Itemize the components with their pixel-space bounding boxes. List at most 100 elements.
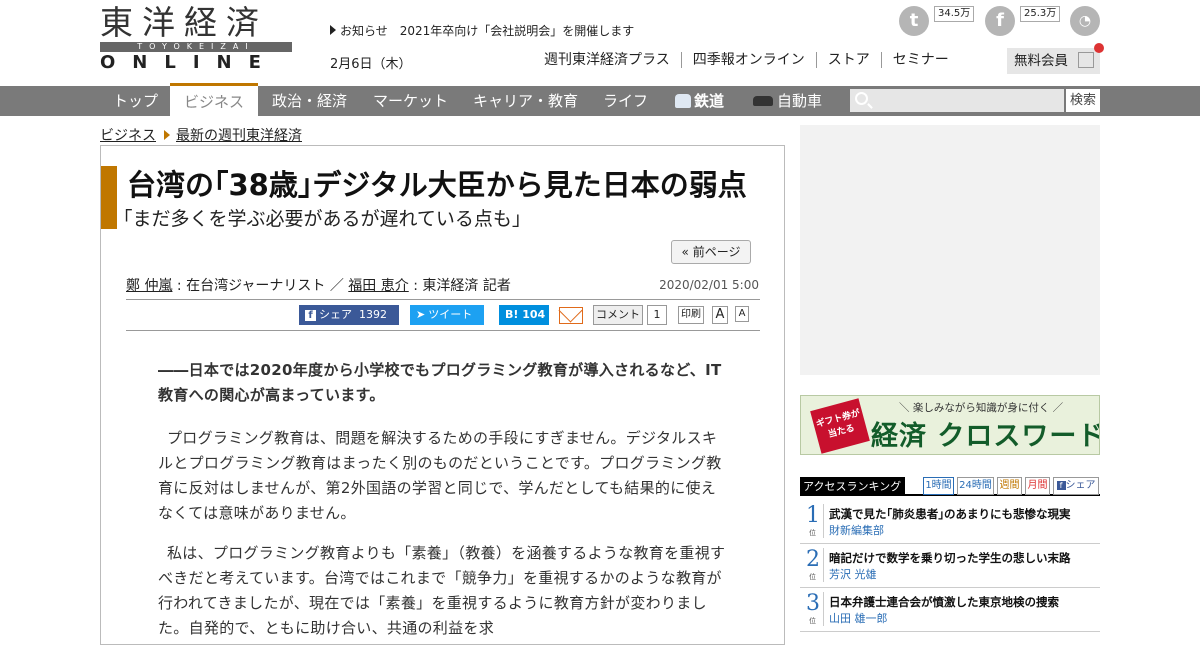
divider xyxy=(126,299,760,300)
nav-top[interactable]: トップ xyxy=(113,86,158,116)
banner-title: 経済 クロスワード xyxy=(871,421,1100,452)
nav-automobile[interactable]: 自動車 xyxy=(753,86,822,116)
publish-date: 2020/02/01 5:00 xyxy=(659,278,759,292)
banner-tagline: ＼ 楽しみながら知識が身に付く ／ xyxy=(899,402,1064,414)
toplink-store[interactable]: ストア xyxy=(815,52,881,68)
nav-automobile-label: 自動車 xyxy=(777,92,823,110)
ranking-article-author[interactable]: 財新編集部 xyxy=(829,522,884,538)
ranking-unit: 位 xyxy=(809,617,816,625)
author1-link[interactable]: 鄭 仲嵐 xyxy=(126,278,172,294)
logo-kanji: 東洋経済 xyxy=(100,3,268,42)
facebook-share-count: 1392 xyxy=(359,308,387,321)
ranking-title: アクセスランキング xyxy=(800,477,905,496)
facebook-count: 25.3万 xyxy=(1020,6,1061,22)
notification-dot xyxy=(1094,43,1104,53)
comment-count: 1 xyxy=(647,305,667,325)
ranking-article-author[interactable]: 山田 雄一郎 xyxy=(829,610,888,626)
search-icon xyxy=(855,92,868,105)
car-icon xyxy=(753,96,773,106)
ranking-item[interactable]: 1 位 武漢で見た｢肺炎患者｣のあまりにも悲惨な現実 財新編集部 xyxy=(800,500,1100,544)
toplink-weekly-plus[interactable]: 週刊東洋経済プラス xyxy=(544,52,681,68)
ranking-number: 3 xyxy=(806,591,820,616)
ranking-unit: 位 xyxy=(809,529,816,537)
title-accent-bar xyxy=(101,166,117,229)
logo-online: ONLINE xyxy=(100,52,278,73)
ranking-item[interactable]: 3 位 日本弁護士連合会が憤激した東京地検の捜索 山田 雄一郎 xyxy=(800,588,1100,632)
article-subtitle: ｢まだ多くを学ぶ必要があるが遅れている点も｣ xyxy=(123,208,522,230)
twitter-bird-icon: ➤ xyxy=(416,308,426,321)
notice-text: お知らせ 2021年卒向け「会社説明会」を開催します xyxy=(340,24,635,38)
hatena-count: 104 xyxy=(522,308,546,321)
ranking-article-title[interactable]: 暗記だけで数学を乗り切った学生の悲しい末路 xyxy=(829,550,1071,566)
ranking-number: 1 xyxy=(806,503,820,528)
nav-career-education[interactable]: キャリア・教育 xyxy=(473,86,578,116)
ranking-article-title[interactable]: 武漢で見た｢肺炎患者｣のあまりにも悲惨な現実 xyxy=(829,506,1071,522)
print-button[interactable]: 印刷 xyxy=(678,306,704,324)
tweet-label: ツイート xyxy=(428,308,473,321)
ranking-tab-24h[interactable]: 24時間 xyxy=(957,477,994,495)
ranking-number: 2 xyxy=(806,547,820,572)
free-member-label: 無料会員 xyxy=(1014,53,1068,69)
ranking-tab-share[interactable]: f シェア xyxy=(1053,477,1099,495)
divider xyxy=(126,330,760,331)
author1-role: 在台湾ジャーナリスト xyxy=(186,278,326,294)
ranking-article-author[interactable]: 芳沢 光雄 xyxy=(829,566,877,582)
current-date: 2月6日（木） xyxy=(330,57,412,72)
nav-railway-label: 鉄道 xyxy=(694,92,725,110)
facebook-icon: f xyxy=(1056,481,1066,490)
search-input[interactable] xyxy=(850,89,1064,112)
mail-icon[interactable] xyxy=(559,307,583,324)
comment-button[interactable]: コメント xyxy=(593,305,643,325)
top-links: 週刊東洋経済プラス 四季報オンライン ストア セミナー xyxy=(544,52,960,68)
breadcrumb-arrow-icon xyxy=(164,130,170,140)
font-size-large-button[interactable]: A xyxy=(712,306,728,324)
logo-latin: TOYOKEIZAI xyxy=(100,42,292,52)
facebook-icon: f xyxy=(305,310,316,321)
gift-icon xyxy=(1078,52,1094,68)
twitter-icon[interactable]: t xyxy=(899,6,929,36)
hatena-bookmark-button[interactable]: B! 104 xyxy=(499,305,549,325)
article-paragraph: 私は、プログラミング教育よりも「素養」（教養）を涵養するような教育を重視すべきだ… xyxy=(158,544,726,637)
ad-slot[interactable] xyxy=(800,125,1100,375)
ranking-tab-week[interactable]: 週間 xyxy=(997,477,1022,495)
ranking-tab-1h[interactable]: 1時間 xyxy=(923,477,954,495)
site-header: 東洋経済 TOYOKEIZAI ONLINE お知らせ 2021年卒向け「会社説… xyxy=(0,0,1200,86)
byline: 鄭 仲嵐 : 在台湾ジャーナリスト ／ 福田 恵介 : 東洋経済 記者 xyxy=(126,278,511,294)
nav-life[interactable]: ライフ xyxy=(603,86,648,116)
gift-badge: ギフト券が当たる xyxy=(810,398,870,454)
toplink-seminar[interactable]: セミナー xyxy=(880,52,960,68)
ranking-article-title[interactable]: 日本弁護士連合会が憤激した東京地検の捜索 xyxy=(829,594,1059,610)
search-button[interactable]: 検索 xyxy=(1066,89,1100,112)
nav-politics-economy[interactable]: 政治・経済 xyxy=(272,86,347,116)
prev-page-button[interactable]: « 前ページ xyxy=(671,240,751,264)
ranking-item[interactable]: 2 位 暗記だけで数学を乗り切った学生の悲しい末路 芳沢 光雄 xyxy=(800,544,1100,588)
ranking-header: アクセスランキング 1時間 24時間 週間 月間 f シェア xyxy=(800,477,1100,496)
font-size-small-button[interactable]: A xyxy=(735,306,749,322)
triangle-icon xyxy=(330,25,336,35)
crossword-banner[interactable]: ギフト券が当たる ＼ 楽しみながら知識が身に付く ／ 経済 クロスワード xyxy=(800,395,1100,455)
divider xyxy=(823,592,824,626)
train-icon xyxy=(675,94,691,108)
author2-role: 東洋経済 記者 xyxy=(422,278,511,294)
author2-link[interactable]: 福田 恵介 xyxy=(348,278,408,294)
rss-icon[interactable]: ◔ xyxy=(1070,6,1100,36)
article-lead: ――日本では2020年度から小学校でもプログラミング教育が導入されるなど、IT教… xyxy=(158,361,722,404)
ranking-tab-month[interactable]: 月間 xyxy=(1025,477,1050,495)
byline-separator: ／ xyxy=(329,278,344,294)
nav-railway[interactable]: 鉄道 xyxy=(675,86,724,116)
site-logo[interactable]: 東洋経済 TOYOKEIZAI ONLINE xyxy=(100,3,292,73)
breadcrumb-business[interactable]: ビジネス xyxy=(100,128,156,144)
breadcrumb-weekly[interactable]: 最新の週刊東洋経済 xyxy=(176,128,302,144)
article: 台湾の｢38歳｣デジタル大臣から見た日本の弱点 ｢まだ多くを学ぶ必要があるが遅れ… xyxy=(100,145,785,645)
hatena-label: B! xyxy=(505,308,519,321)
toplink-shikiho[interactable]: 四季報オンライン xyxy=(680,52,816,68)
breadcrumb: ビジネス 最新の週刊東洋経済 xyxy=(100,125,302,145)
nav-market[interactable]: マーケット xyxy=(373,86,448,116)
facebook-icon[interactable]: f xyxy=(985,6,1015,36)
notice-link[interactable]: お知らせ 2021年卒向け「会社説明会」を開催します xyxy=(330,22,634,39)
twitter-count: 34.5万 xyxy=(934,6,975,22)
free-member-button[interactable]: 無料会員 xyxy=(1007,48,1100,74)
nav-business[interactable]: ビジネス xyxy=(170,83,259,116)
tweet-button[interactable]: ➤ ツイート xyxy=(410,305,484,325)
facebook-share-button[interactable]: f シェア 1392 xyxy=(299,305,399,325)
